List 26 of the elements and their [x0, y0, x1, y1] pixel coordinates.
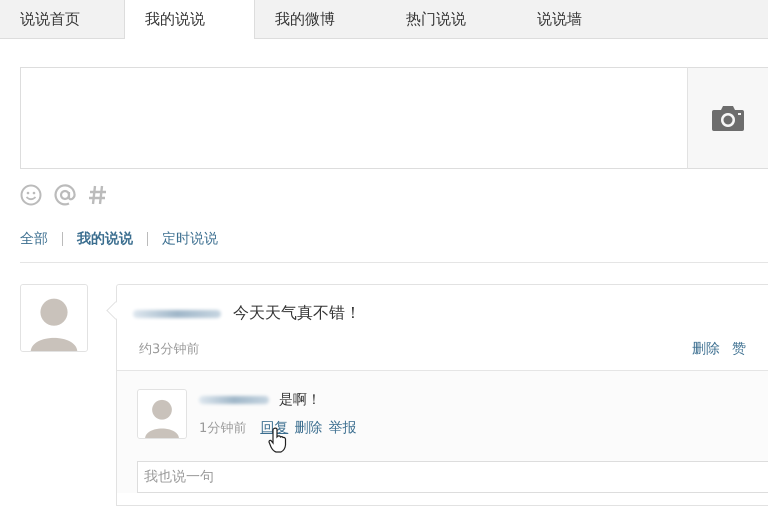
filter-link[interactable]: 全部 — [20, 230, 48, 248]
tab[interactable]: 我的说说 — [124, 0, 255, 39]
avatar-icon[interactable] — [137, 389, 187, 439]
reply-action-link[interactable]: 回复 — [260, 419, 288, 437]
post-action-link[interactable]: 删除 — [692, 340, 720, 358]
post-text: 今天天气真不错！ — [233, 303, 361, 324]
reply-action-link[interactable]: 举报 — [328, 419, 356, 437]
post-time: 约3分钟前 — [139, 341, 200, 358]
photo-upload-button[interactable] — [687, 67, 768, 169]
camera-icon — [711, 104, 745, 132]
reply-time: 1分钟前 — [199, 420, 246, 437]
post-action-link[interactable]: 赞 — [732, 340, 746, 358]
filter-link[interactable]: 定时说说 — [162, 230, 218, 248]
tab[interactable]: 说说首页 — [0, 0, 124, 38]
tab[interactable]: 热门说说 — [386, 0, 517, 38]
reply-action-link[interactable]: 删除 — [294, 419, 322, 437]
reply-text: 是啊！ — [279, 391, 321, 409]
at-sign-icon[interactable] — [54, 184, 76, 206]
tab[interactable]: 说说墙 — [517, 0, 648, 38]
comment-input[interactable]: 我也说一句 — [137, 461, 768, 493]
filter-link[interactable]: 我的说说 — [77, 230, 133, 248]
avatar-icon[interactable] — [20, 284, 88, 352]
hashtag-icon[interactable] — [88, 184, 108, 206]
smiley-icon[interactable] — [20, 184, 42, 206]
blurred-username — [199, 396, 269, 404]
tab[interactable]: 我的微博 — [255, 0, 386, 38]
